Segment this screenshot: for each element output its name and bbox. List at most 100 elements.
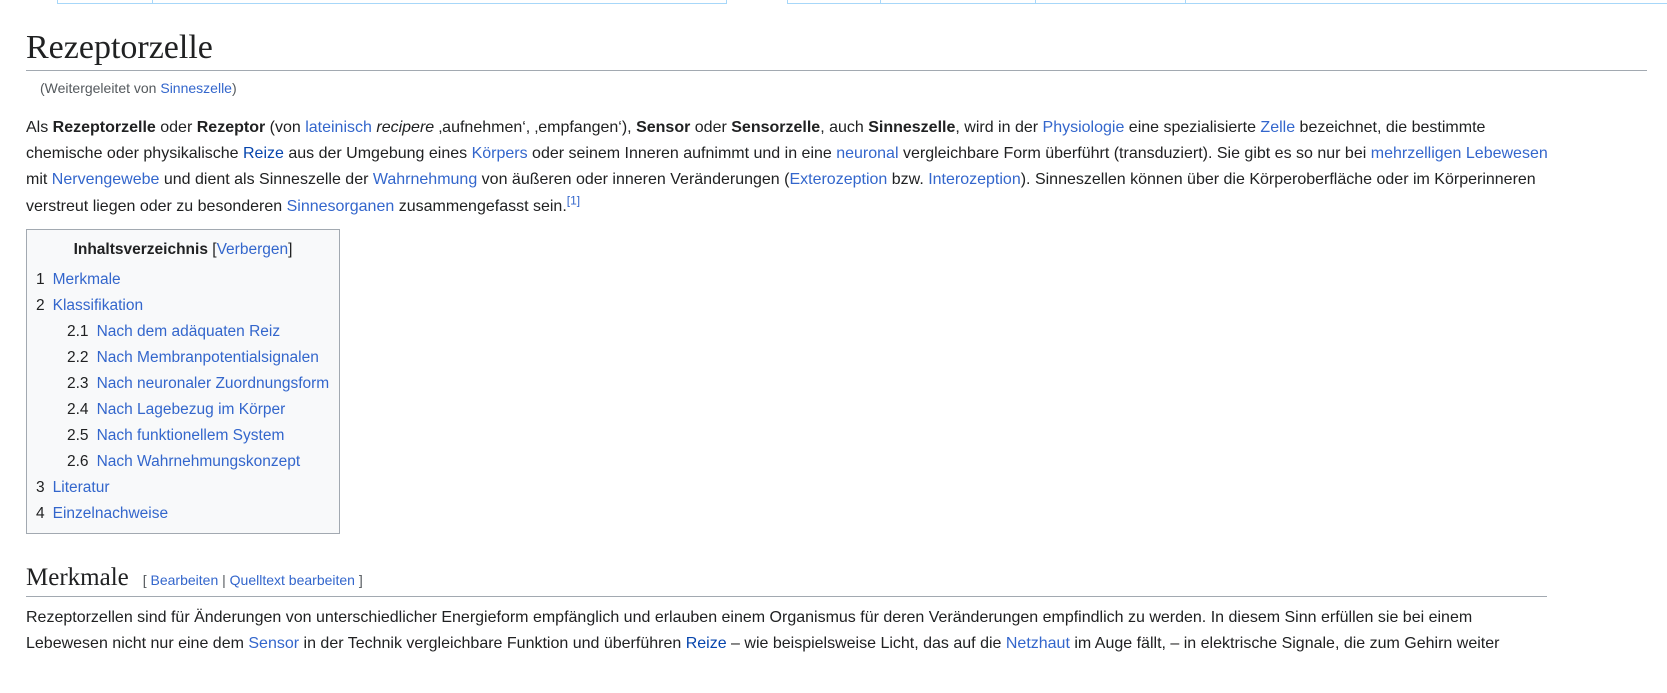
link-sensor[interactable]: Sensor bbox=[248, 635, 299, 652]
tab-edge bbox=[787, 0, 880, 4]
text: bzw. bbox=[887, 171, 929, 189]
section-title: Merkmale bbox=[26, 563, 129, 591]
link-lateinisch[interactable]: lateinisch bbox=[305, 119, 372, 136]
link-nervengewebe[interactable]: Nervengewebe bbox=[52, 171, 160, 188]
text: aus der Umgebung eines bbox=[283, 145, 472, 163]
toc-number: 1 bbox=[36, 270, 45, 288]
bold-term: Sinneszelle bbox=[868, 119, 956, 136]
toc-item[interactable]: 1 Merkmale bbox=[27, 267, 339, 293]
bold-term: Sensor bbox=[636, 119, 691, 136]
edit-source-button[interactable]: Quelltext bearbeiten bbox=[230, 572, 355, 588]
text: vergleichbare Form überführt (transduzie… bbox=[898, 145, 1371, 163]
toc-link[interactable]: Nach Wahrnehmungskonzept bbox=[97, 453, 301, 470]
bold-term: Sensorzelle bbox=[731, 119, 821, 136]
toc-link[interactable]: Nach funktionellem System bbox=[97, 427, 285, 444]
toc-link[interactable]: Nach neuronaler Zuordnungsform bbox=[97, 375, 330, 392]
link-mehrzelligen-lebewesen[interactable]: mehrzelligen Lebewesen bbox=[1371, 145, 1548, 162]
link-neuronal[interactable]: neuronal bbox=[836, 145, 898, 162]
intro-paragraph: Als Rezeptorzelle oder Rezeptor (von lat… bbox=[26, 115, 1551, 220]
text: oder seinem Inneren aufnimmt und in eine bbox=[527, 145, 837, 163]
edit-bracket: [ bbox=[142, 571, 151, 588]
edit-separator: | bbox=[218, 571, 230, 588]
toc-item[interactable]: 2 Klassifikation bbox=[27, 293, 339, 319]
toc-title: Inhaltsverzeichnis bbox=[73, 240, 208, 258]
toc-number: 2.6 bbox=[67, 452, 89, 470]
redirect-link[interactable]: Sinneszelle bbox=[160, 80, 232, 96]
text: zusammengefasst sein. bbox=[394, 197, 567, 215]
link-zelle[interactable]: Zelle bbox=[1260, 119, 1295, 136]
tab-edge bbox=[1185, 0, 1667, 4]
bold-term: Rezeptorzelle bbox=[52, 119, 156, 136]
tab-edge bbox=[57, 0, 152, 4]
reference-link[interactable]: [1] bbox=[567, 193, 580, 207]
tab-edge bbox=[880, 0, 1035, 4]
text: , wird in der bbox=[955, 119, 1043, 136]
link-koerpers[interactable]: Körpers bbox=[472, 145, 528, 162]
text: (von bbox=[265, 119, 306, 136]
table-of-contents: Inhaltsverzeichnis [Verbergen] 1 Merkmale… bbox=[26, 228, 340, 534]
toc-link[interactable]: Nach dem adäquaten Reiz bbox=[97, 323, 281, 340]
text: Als bbox=[26, 119, 53, 136]
toc-number: 2.3 bbox=[67, 374, 89, 392]
toc-link[interactable]: Klassifikation bbox=[53, 297, 143, 314]
article-content: Rezeptorzelle (Weitergeleitet von Sinnes… bbox=[26, 26, 1647, 657]
text: von äußeren oder inneren Veränderungen ( bbox=[477, 171, 790, 189]
toc-item[interactable]: 2.3 Nach neuronaler Zuordnungsform bbox=[27, 371, 339, 397]
toc-item[interactable]: 2.2 Nach Membranpotentialsignalen bbox=[27, 345, 339, 371]
text: im Auge fällt, – in elektrische Signale,… bbox=[1069, 635, 1500, 653]
redirect-prefix: (Weitergeleitet von bbox=[40, 80, 161, 96]
text: mit bbox=[26, 171, 52, 189]
link-reize[interactable]: Reize bbox=[243, 145, 284, 162]
toc-number: 2.5 bbox=[67, 426, 89, 444]
redirect-suffix: ) bbox=[231, 80, 237, 96]
toc-number: 4 bbox=[36, 504, 45, 522]
link-wahrnehmung[interactable]: Wahrnehmung bbox=[373, 171, 477, 188]
toc-number: 2.2 bbox=[67, 348, 89, 366]
tab-edge bbox=[1035, 0, 1185, 4]
text: , auch bbox=[820, 119, 869, 136]
toc-link[interactable]: Nach Membranpotentialsignalen bbox=[97, 349, 319, 366]
toc-item[interactable]: 2.6 Nach Wahrnehmungskonzept bbox=[27, 449, 339, 475]
page-title: Rezeptorzelle bbox=[26, 26, 1647, 71]
bold-term: Rezeptor bbox=[196, 119, 266, 136]
top-tab-strip bbox=[0, 0, 1667, 5]
redirect-notice: (Weitergeleitet von Sinneszelle) bbox=[40, 78, 1646, 98]
text: oder bbox=[690, 119, 732, 136]
text: – wie beispielsweise Licht, das auf die bbox=[726, 635, 1006, 653]
toc-item[interactable]: 2.4 Nach Lagebezug im Körper bbox=[27, 397, 339, 423]
text: ‚aufnehmen‘, ‚empfangen‘), bbox=[434, 119, 637, 136]
link-reize[interactable]: Reize bbox=[686, 635, 727, 652]
section-heading-merkmale: Merkmale [ Bearbeiten | Quelltext bearbei… bbox=[26, 562, 1547, 597]
toc-bracket: ] bbox=[288, 240, 293, 258]
tab-edge bbox=[152, 0, 726, 4]
link-netzhaut[interactable]: Netzhaut bbox=[1006, 635, 1070, 652]
link-sinnesorganen[interactable]: Sinnesorganen bbox=[287, 198, 395, 215]
toc-header: Inhaltsverzeichnis [Verbergen] bbox=[27, 240, 339, 260]
edit-section-button[interactable]: Bearbeiten bbox=[151, 572, 219, 588]
toc-toggle-button[interactable]: Verbergen bbox=[217, 241, 289, 258]
text: oder bbox=[155, 119, 197, 136]
toc-item[interactable]: 4 Einzelnachweise bbox=[27, 501, 339, 527]
toc-link[interactable]: Nach Lagebezug im Körper bbox=[97, 401, 286, 418]
link-exterozeption[interactable]: Exterozeption bbox=[789, 171, 887, 188]
toc-link[interactable]: Literatur bbox=[53, 479, 110, 496]
text: eine spezialisierte bbox=[1124, 119, 1261, 136]
text: und dient als Sinneszelle der bbox=[159, 171, 373, 189]
toc-item[interactable]: 2.5 Nach funktionellem System bbox=[27, 423, 339, 449]
toc-link[interactable]: Einzelnachweise bbox=[53, 505, 168, 522]
toc-number: 2.4 bbox=[67, 400, 89, 418]
toc-link[interactable]: Merkmale bbox=[53, 271, 121, 288]
merkmale-paragraph: Rezeptorzellen sind für Änderungen von u… bbox=[26, 605, 1551, 657]
toc-number: 2 bbox=[36, 296, 45, 314]
tab-edge-selected bbox=[726, 0, 787, 4]
toc-item[interactable]: 2.1 Nach dem adäquaten Reiz bbox=[27, 319, 339, 345]
link-interozeption[interactable]: Interozeption bbox=[928, 171, 1021, 188]
toc-number: 3 bbox=[36, 478, 45, 496]
toc-number: 2.1 bbox=[67, 322, 89, 340]
edit-bracket: ] bbox=[354, 571, 363, 588]
edit-section-links: [ Bearbeiten | Quelltext bearbeiten ] bbox=[143, 572, 363, 588]
toc-item[interactable]: 3 Literatur bbox=[27, 475, 339, 501]
text: in der Technik vergleichbare Funktion un… bbox=[299, 635, 686, 653]
link-physiologie[interactable]: Physiologie bbox=[1043, 119, 1125, 136]
italic-term: recipere bbox=[376, 119, 435, 136]
